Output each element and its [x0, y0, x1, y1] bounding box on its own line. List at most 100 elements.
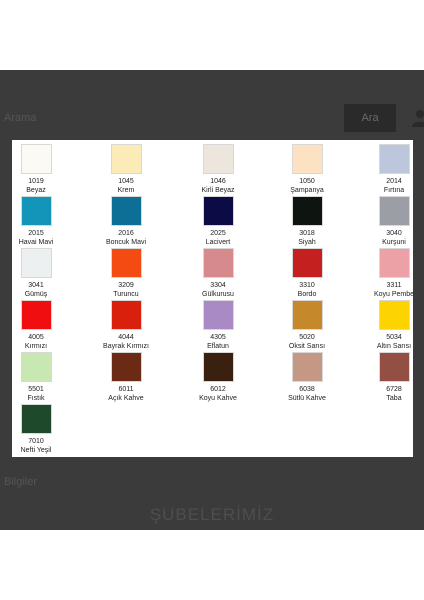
color-code: 4305 [210, 334, 226, 341]
color-swatch [378, 196, 410, 226]
color-swatch [20, 404, 52, 434]
color-swatch [110, 196, 142, 226]
color-name: Bayrak Kırmızı [103, 343, 149, 350]
color-swatch [202, 300, 234, 330]
color-swatch [378, 144, 410, 174]
color-code: 4044 [118, 334, 134, 341]
color-swatch-item[interactable]: 7010 Nefti Yeşil [0, 404, 76, 455]
color-swatch [378, 352, 410, 382]
color-swatch [110, 352, 142, 382]
color-code: 5501 [28, 386, 44, 393]
color-name: Krem [117, 187, 135, 194]
color-name: Oksit Sarısı [288, 343, 326, 350]
color-code: 2015 [28, 230, 44, 237]
color-code: 3304 [210, 282, 226, 289]
color-swatch-item[interactable]: 1045 Krem [86, 144, 166, 195]
color-code: 7010 [28, 438, 44, 445]
color-swatch-item[interactable]: 1050 Şampanya [267, 144, 347, 195]
color-swatch-item[interactable]: 3040 Kurşuni [354, 196, 424, 247]
color-code: 2016 [118, 230, 134, 237]
color-swatch-item[interactable]: 3018 Siyah [267, 196, 347, 247]
color-swatch-item[interactable]: 6012 Koyu Kahve [178, 352, 258, 403]
color-code: 6728 [386, 386, 402, 393]
color-name: Sütlü Kahve [288, 395, 326, 402]
color-code: 5034 [386, 334, 402, 341]
color-swatch [110, 248, 142, 278]
color-name: Turuncu [113, 291, 139, 298]
color-swatch-item[interactable]: 3041 Gümüş [0, 248, 76, 299]
color-code: 2025 [210, 230, 226, 237]
color-swatch [291, 352, 323, 382]
color-swatch-item[interactable]: 4044 Bayrak Kırmızı [86, 300, 166, 351]
background-footer-text: Bilgiler [4, 476, 38, 488]
color-swatch-item[interactable]: 2015 Havai Mavi [0, 196, 76, 247]
background-search-button: Ara [344, 104, 396, 132]
color-name: Lacivert [205, 239, 231, 246]
color-swatch [202, 196, 234, 226]
color-code: 6011 [118, 386, 134, 393]
color-swatch-item[interactable]: 2016 Boncuk Mavi [86, 196, 166, 247]
color-swatch-item[interactable]: 6038 Sütlü Kahve [267, 352, 347, 403]
color-swatch-item[interactable]: 6011 Açık Kahve [86, 352, 166, 403]
color-name: Siyah [298, 239, 316, 246]
color-swatch [291, 300, 323, 330]
color-swatch [202, 352, 234, 382]
color-swatch-item[interactable]: 5020 Oksit Sarısı [267, 300, 347, 351]
color-name: Koyu Pembe [373, 291, 415, 298]
color-swatch-item[interactable]: 2025 Lacivert [178, 196, 258, 247]
color-code: 3018 [299, 230, 315, 237]
color-swatch [20, 248, 52, 278]
color-swatch [291, 248, 323, 278]
color-swatch [20, 352, 52, 382]
color-swatch [378, 300, 410, 330]
color-name: Koyu Kahve [199, 395, 237, 402]
color-code: 6012 [210, 386, 226, 393]
color-swatch [110, 300, 142, 330]
color-code: 4005 [28, 334, 44, 341]
color-code: 1050 [299, 178, 315, 185]
color-swatch-item[interactable]: 2014 Fırtına [354, 144, 424, 195]
color-code: 1046 [210, 178, 226, 185]
color-swatch-item[interactable]: 3209 Turuncu [86, 248, 166, 299]
color-name: Açık Kahve [108, 395, 144, 402]
color-code: 3310 [299, 282, 315, 289]
color-swatch-item[interactable]: 6728 Taba [354, 352, 424, 403]
color-code: 6038 [299, 386, 315, 393]
color-name: Bordo [297, 291, 317, 298]
color-name: Taba [386, 395, 402, 402]
color-swatch [110, 144, 142, 174]
color-name: Kirli Beyaz [201, 187, 235, 194]
color-name: Gülkurusu [202, 291, 234, 298]
color-swatch-item[interactable]: 4005 Kırmızı [0, 300, 76, 351]
color-swatch [291, 196, 323, 226]
color-swatch-item[interactable]: 3311 Koyu Pembe [354, 248, 424, 299]
color-code: 1019 [28, 178, 44, 185]
color-swatch-item[interactable]: 3304 Gülkurusu [178, 248, 258, 299]
color-name: Eflatun [207, 343, 229, 350]
color-swatch [378, 248, 410, 278]
color-swatch [291, 144, 323, 174]
color-name: Altın Sarısı [376, 343, 412, 350]
color-code: 3040 [386, 230, 402, 237]
color-swatch-item[interactable]: 4305 Eflatun [178, 300, 258, 351]
color-name: Şampanya [290, 187, 324, 194]
color-swatch-item[interactable]: 5501 Fıstık [0, 352, 76, 403]
color-swatch-item[interactable]: 1046 Kirli Beyaz [178, 144, 258, 195]
color-name: Boncuk Mavi [105, 239, 147, 246]
color-swatch-item[interactable]: 5034 Altın Sarısı [354, 300, 424, 351]
color-code: 5020 [299, 334, 315, 341]
color-name: Nefti Yeşil [20, 447, 52, 454]
color-name: Havai Mavi [18, 239, 54, 246]
color-swatch-item[interactable]: 1019 Beyaz [0, 144, 76, 195]
color-name: Kırmızı [24, 343, 48, 350]
background-search-text: Arama [4, 112, 37, 124]
color-swatch [202, 144, 234, 174]
color-name: Beyaz [26, 187, 46, 194]
user-icon [410, 108, 424, 128]
color-swatch-item[interactable]: 3310 Bordo [267, 248, 347, 299]
color-code: 3209 [118, 282, 134, 289]
color-swatch [202, 248, 234, 278]
color-code: 2014 [386, 178, 402, 185]
background-section-title: ŞUBELERİMİZ [149, 505, 275, 524]
color-code: 3311 [386, 282, 402, 289]
